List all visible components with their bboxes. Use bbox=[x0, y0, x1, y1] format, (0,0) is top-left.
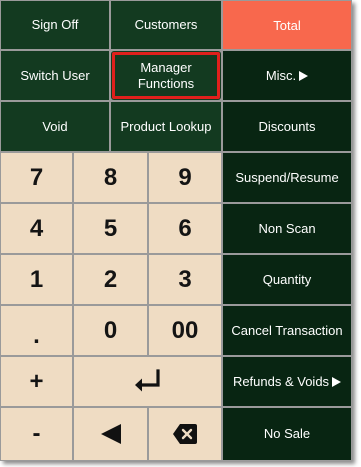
misc-button[interactable]: Misc. bbox=[223, 51, 351, 100]
manager-functions-label: Manager Functions bbox=[137, 59, 195, 91]
product-lookup-button[interactable]: Product Lookup bbox=[111, 102, 221, 151]
void-button[interactable]: Void bbox=[1, 102, 109, 151]
no-sale-button[interactable]: No Sale bbox=[223, 408, 351, 460]
key-0-label: 0 bbox=[103, 316, 118, 344]
key-4-label: 4 bbox=[29, 214, 44, 242]
key-3[interactable]: 3 bbox=[149, 255, 221, 304]
key-00-label: 00 bbox=[171, 316, 199, 344]
switch-user-label: Switch User bbox=[20, 67, 90, 83]
product-lookup-label: Product Lookup bbox=[120, 118, 212, 134]
enter-icon bbox=[133, 368, 163, 395]
cancel-transaction-label: Cancel Transaction bbox=[231, 322, 343, 338]
void-label: Void bbox=[42, 118, 68, 134]
discounts-label: Discounts bbox=[258, 118, 316, 134]
key-6-label: 6 bbox=[178, 214, 192, 242]
suspend-resume-button[interactable]: Suspend/Resume bbox=[223, 153, 351, 202]
pos-button-panel: Sign Off Customers Total Switch User Man… bbox=[0, 0, 352, 461]
key-minus-label: - bbox=[32, 420, 41, 447]
quantity-button[interactable]: Quantity bbox=[223, 255, 351, 304]
suspend-resume-label: Suspend/Resume bbox=[235, 169, 339, 185]
key-6[interactable]: 6 bbox=[149, 204, 221, 253]
key-5[interactable]: 5 bbox=[74, 204, 147, 253]
key-00[interactable]: 00 bbox=[149, 306, 221, 355]
cancel-transaction-button[interactable]: Cancel Transaction bbox=[223, 306, 351, 355]
key-3-label: 3 bbox=[178, 265, 192, 293]
key-2-label: 2 bbox=[103, 265, 118, 293]
customers-label: Customers bbox=[134, 17, 198, 32]
key-4[interactable]: 4 bbox=[1, 204, 72, 253]
key-dot-label: . bbox=[33, 321, 40, 349]
key-9-label: 9 bbox=[178, 163, 192, 191]
sign-off-button[interactable]: Sign Off bbox=[1, 1, 109, 49]
key-minus[interactable]: - bbox=[1, 408, 72, 460]
non-scan-button[interactable]: Non Scan bbox=[223, 204, 351, 253]
cursor-left-button[interactable] bbox=[74, 408, 147, 460]
manager-functions-button[interactable]: Manager Functions bbox=[111, 51, 221, 100]
key-0[interactable]: 0 bbox=[74, 306, 147, 355]
sign-off-label: Sign Off bbox=[31, 17, 79, 32]
key-plus[interactable]: + bbox=[1, 357, 72, 406]
arrow-right-icon bbox=[332, 376, 342, 387]
key-1-label: 1 bbox=[29, 265, 44, 293]
key-7[interactable]: 7 bbox=[1, 153, 72, 202]
customers-button[interactable]: Customers bbox=[111, 1, 221, 49]
key-2[interactable]: 2 bbox=[74, 255, 147, 304]
key-7-label: 7 bbox=[29, 163, 44, 191]
backspace-button[interactable] bbox=[149, 408, 221, 460]
key-1[interactable]: 1 bbox=[1, 255, 72, 304]
key-dot[interactable]: . bbox=[1, 306, 72, 355]
arrow-right-icon bbox=[299, 70, 309, 81]
total-button[interactable]: Total bbox=[223, 1, 351, 49]
key-5-label: 5 bbox=[103, 214, 118, 242]
refunds-voids-label: Refunds & Voids bbox=[232, 373, 330, 389]
key-8-label: 8 bbox=[103, 163, 118, 191]
left-arrow-icon bbox=[100, 423, 122, 445]
no-sale-label: No Sale bbox=[263, 426, 311, 441]
key-plus-label: + bbox=[29, 367, 44, 395]
backspace-icon bbox=[172, 423, 198, 445]
misc-label: Misc. bbox=[265, 67, 297, 83]
switch-user-button[interactable]: Switch User bbox=[1, 51, 109, 100]
enter-button[interactable] bbox=[74, 357, 221, 406]
key-8[interactable]: 8 bbox=[74, 153, 147, 202]
non-scan-label: Non Scan bbox=[258, 220, 316, 236]
key-9[interactable]: 9 bbox=[149, 153, 221, 202]
refunds-voids-button[interactable]: Refunds & Voids bbox=[223, 357, 351, 406]
total-label: Total bbox=[273, 17, 301, 33]
discounts-button[interactable]: Discounts bbox=[223, 102, 351, 151]
quantity-label: Quantity bbox=[262, 271, 312, 287]
